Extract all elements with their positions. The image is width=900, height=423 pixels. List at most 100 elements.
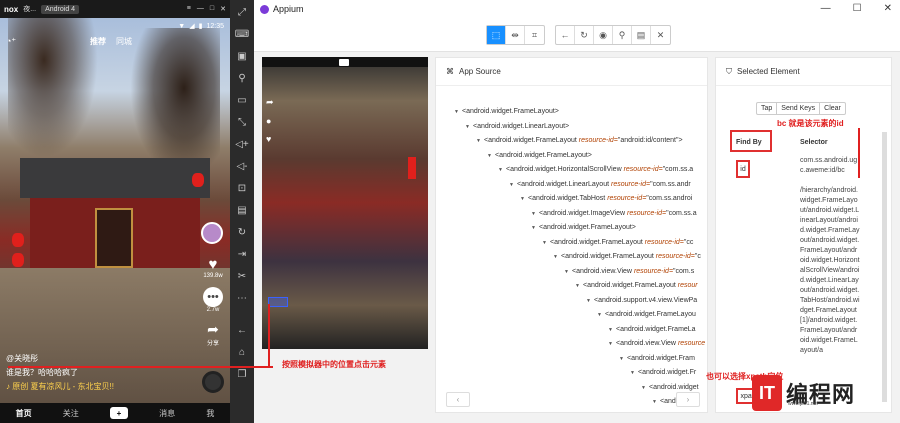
screenshot-icon[interactable]: ▣	[234, 48, 250, 64]
refresh-icon[interactable]: ↻	[234, 224, 250, 240]
more-icon[interactable]: ⋯	[234, 290, 250, 306]
volume-up-icon[interactable]: ◁+	[234, 136, 250, 152]
copy-xml-icon[interactable]: ▤	[632, 26, 651, 44]
share-action[interactable]: ➦ 分享	[207, 321, 219, 347]
nav-home[interactable]: 首页	[16, 408, 32, 419]
scroll-left-button[interactable]: ‹	[446, 392, 470, 407]
tree-node[interactable]: ▼ <android.widget.LinearLayout>	[465, 121, 569, 133]
swipe-icon[interactable]: ⇹	[506, 26, 525, 44]
highlighted-element[interactable]	[268, 297, 288, 307]
tree-node[interactable]: ▼ <android.widget.FrameLayout resour	[575, 280, 698, 292]
close-icon[interactable]: ✕	[884, 3, 892, 14]
tree-node[interactable]: ▼ <android.widget.ImageView resource-id="…	[531, 208, 697, 220]
id-selector-value[interactable]: com.ss.android.ugc.aweme:id/bc	[800, 156, 862, 176]
node-attr-value: "com.s	[673, 267, 695, 275]
screen-icon[interactable]: ▭	[234, 92, 250, 108]
expand-caret-icon[interactable]: ▼	[564, 266, 572, 278]
search-icon[interactable]: ⚲	[613, 26, 632, 44]
expand-caret-icon[interactable]: ▼	[608, 338, 616, 350]
recents-icon[interactable]: ❐	[234, 366, 250, 382]
tab-recommend[interactable]: 推荐	[90, 36, 106, 47]
scissors-icon[interactable]: ✂	[234, 268, 250, 284]
tree-node[interactable]: ▼ <android.widget.FrameLayout resource-id…	[476, 135, 683, 147]
clear-button[interactable]: Clear	[820, 103, 845, 114]
tree-node[interactable]: ▼ <android.widget.Fram	[619, 353, 695, 365]
xpath-selector-value[interactable]: /hierarchy/android.widget.FrameLayout/an…	[800, 186, 860, 356]
tree-node[interactable]: ▼ <android.widget.FrameLayou	[597, 309, 696, 321]
maximize-icon[interactable]: ☐	[853, 3, 862, 14]
tree-node[interactable]: ▼ <android.support.v4.view.ViewPa	[586, 295, 697, 307]
author-name[interactable]: @关晓彤	[6, 352, 114, 366]
emulator-settings-icon[interactable]: ≡	[187, 5, 191, 13]
home-icon[interactable]: ⌂	[234, 344, 250, 360]
location-icon[interactable]: ⚲	[234, 70, 250, 86]
expand-caret-icon[interactable]: ▼	[542, 237, 550, 249]
resize-icon[interactable]: ⤡	[234, 114, 250, 130]
apk-icon[interactable]: ▤	[234, 202, 250, 218]
send-keys-button[interactable]: Send Keys	[777, 103, 821, 114]
expand-caret-icon[interactable]: ▼	[630, 367, 638, 379]
refresh-icon[interactable]: ↻	[575, 26, 594, 44]
expand-caret-icon[interactable]: ▼	[553, 251, 561, 263]
expand-caret-icon[interactable]: ▼	[454, 106, 462, 118]
tap-button[interactable]: Tap	[757, 103, 778, 114]
expand-caret-icon[interactable]: ▼	[619, 353, 627, 365]
expand-caret-icon[interactable]: ▼	[597, 309, 605, 321]
tree-node[interactable]: ▼ <android.widget.FrameLa	[608, 324, 696, 336]
expand-caret-icon[interactable]: ▼	[476, 135, 484, 147]
tab-local[interactable]: 同城	[116, 36, 132, 47]
tree-node[interactable]: ▼ <android.widget.FrameLayout resource-id…	[553, 251, 701, 263]
expand-caret-icon[interactable]: ▼	[465, 121, 473, 133]
select-element-icon[interactable]: ⬚	[487, 26, 506, 44]
like-action[interactable]: ♥ 139.8w	[203, 256, 222, 279]
minimize-icon[interactable]: —	[821, 3, 831, 14]
expand-caret-icon[interactable]: ▼	[487, 150, 495, 162]
expand-caret-icon[interactable]: ▼	[575, 280, 583, 292]
expand-caret-icon[interactable]: ▼	[531, 208, 539, 220]
fullscreen-icon[interactable]: ⤢	[234, 4, 250, 20]
tree-node[interactable]: ▼ <android.widget.LinearLayout resource-i…	[509, 179, 691, 191]
live-icon[interactable]: ◔⁺	[6, 36, 16, 47]
tree-node[interactable]: ▼ <android.widget.FrameLayout resource-id…	[542, 237, 693, 249]
tree-node[interactable]: ▼ <android.widget.FrameLayout>	[454, 106, 559, 118]
tree-node[interactable]: ▼ <android.widget.HorizontalScrollView re…	[498, 164, 693, 176]
import-icon[interactable]: ⇥	[234, 246, 250, 262]
tree-node[interactable]: ▼ <android.widget.FrameLayout>	[487, 150, 592, 162]
tree-node[interactable]: ▼ <android.view.View resource	[608, 338, 705, 350]
quit-session-icon[interactable]: ✕	[651, 26, 670, 44]
expand-caret-icon[interactable]: ▼	[498, 164, 506, 176]
device-screenshot[interactable]: ➦ ● ♥	[262, 57, 428, 349]
nav-me[interactable]: 我	[206, 408, 214, 419]
back-icon[interactable]: ←	[234, 322, 250, 338]
expand-caret-icon[interactable]: ▼	[520, 193, 528, 205]
music-text[interactable]: ♪ 原创 夏有凉风儿 - 东北宝贝!!	[6, 380, 114, 394]
emulator-close-icon[interactable]: ✕	[220, 5, 226, 13]
expand-caret-icon[interactable]: ▼	[608, 324, 616, 336]
nav-follow[interactable]: 关注	[63, 408, 79, 419]
tree-node[interactable]: ▼ <android.widget.FrameLayout>	[531, 222, 636, 234]
volume-down-icon[interactable]: ◁-	[234, 158, 250, 174]
eye-icon[interactable]: ◉	[594, 26, 613, 44]
tap-coordinates-icon[interactable]: ⌗	[525, 26, 544, 44]
music-disc-icon[interactable]	[202, 371, 224, 393]
expand-caret-icon[interactable]: ▼	[641, 382, 649, 394]
expand-caret-icon[interactable]: ▼	[531, 222, 539, 234]
tree-node[interactable]: ▼ <android.widget.Fr	[630, 367, 696, 379]
selector-scrollbar[interactable]	[882, 132, 887, 402]
expand-caret-icon[interactable]: ▼	[652, 396, 660, 408]
keyboard-icon[interactable]: ⌨	[234, 26, 250, 42]
scan-icon[interactable]: ⊡	[234, 180, 250, 196]
emulator-minimize-icon[interactable]: —	[197, 5, 204, 13]
expand-caret-icon[interactable]: ▼	[509, 179, 517, 191]
emulator-maximize-icon[interactable]: □	[210, 5, 214, 13]
author-avatar[interactable]	[201, 222, 223, 244]
expand-caret-icon[interactable]: ▼	[586, 295, 594, 307]
scroll-right-button[interactable]: ›	[676, 392, 700, 407]
nav-create-button[interactable]: +	[109, 407, 128, 419]
comment-action[interactable]: ••• 2.7w	[203, 287, 223, 313]
tree-node[interactable]: ▼ <android.widget.TabHost resource-id="co…	[520, 193, 692, 205]
back-icon[interactable]: ←	[556, 26, 575, 44]
node-tag: <android.widget.HorizontalScrollView	[506, 166, 624, 173]
tree-node[interactable]: ▼ <android.view.View resource-id="com.s	[564, 266, 694, 278]
nav-messages[interactable]: 消息	[159, 408, 175, 419]
